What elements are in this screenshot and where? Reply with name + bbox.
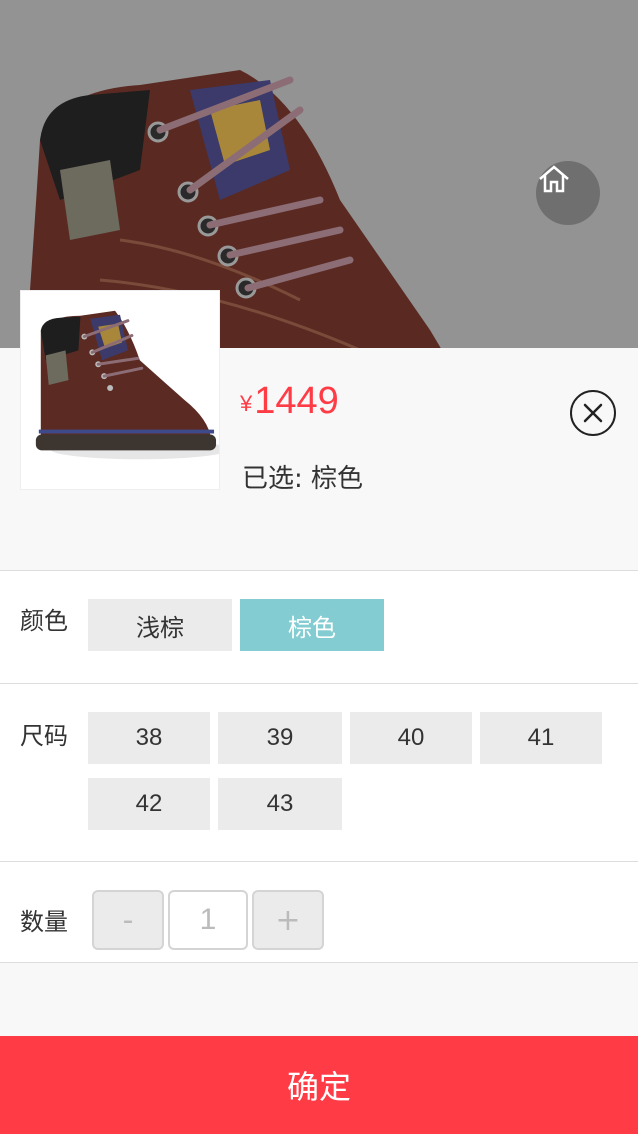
size-label: 尺码 — [20, 722, 68, 750]
quantity-increase-button[interactable]: + — [252, 890, 324, 950]
confirm-button[interactable]: 确定 — [0, 1036, 638, 1134]
color-option-row: 颜色 浅棕 棕色 — [0, 570, 638, 683]
color-chip-light-brown[interactable]: 浅棕 — [88, 599, 232, 651]
sheet-header: ¥1449 已选: 棕色 — [0, 290, 638, 570]
quantity-input[interactable] — [168, 890, 248, 950]
selected-variant-label: 已选: 棕色 — [242, 464, 364, 494]
quantity-label: 数量 — [20, 908, 68, 936]
home-icon — [539, 165, 569, 193]
size-chip-40[interactable]: 40 — [350, 712, 472, 764]
size-chip-43[interactable]: 43 — [218, 778, 342, 830]
size-chip-41[interactable]: 41 — [480, 712, 602, 764]
color-label: 颜色 — [20, 607, 68, 635]
home-button[interactable] — [536, 161, 600, 225]
boot-thumbnail-image — [35, 310, 229, 460]
quantity-row: 数量 - + — [0, 861, 638, 963]
currency-symbol: ¥ — [240, 391, 253, 416]
close-button[interactable] — [570, 390, 616, 436]
size-option-row: 尺码 38 39 40 41 42 43 — [0, 683, 638, 861]
close-icon — [583, 403, 603, 423]
color-chip-brown[interactable]: 棕色 — [240, 599, 384, 651]
size-chip-39[interactable]: 39 — [218, 712, 342, 764]
quantity-decrease-button[interactable]: - — [92, 890, 164, 950]
product-price: ¥1449 — [240, 380, 339, 423]
product-thumbnail — [20, 290, 229, 490]
price-value: 1449 — [254, 380, 339, 422]
sku-selector-sheet: ¥1449 已选: 棕色 颜色 浅棕 棕色 尺码 38 39 40 41 42 … — [0, 290, 638, 1134]
size-chip-38[interactable]: 38 — [88, 712, 210, 764]
product-sku-page: ¥1449 已选: 棕色 颜色 浅棕 棕色 尺码 38 39 40 41 42 … — [0, 0, 638, 1134]
size-chip-42[interactable]: 42 — [88, 778, 210, 830]
